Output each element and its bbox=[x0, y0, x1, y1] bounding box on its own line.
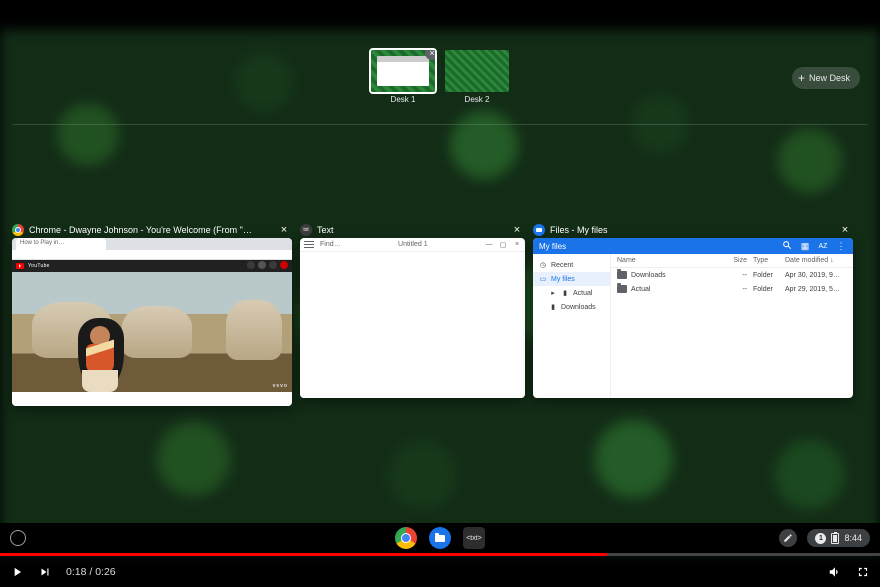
time-display: 0:18 / 0:26 bbox=[66, 566, 116, 578]
divider bbox=[12, 124, 868, 125]
progress-bar[interactable] bbox=[0, 553, 880, 556]
youtube-icon bbox=[16, 263, 24, 269]
sidebar-item-actual: ▸ ▮ Actual bbox=[533, 286, 610, 300]
col-size: Size bbox=[719, 257, 747, 264]
stylus-button[interactable] bbox=[779, 529, 797, 547]
desk-thumb-1[interactable]: × Desk 1 bbox=[371, 50, 435, 104]
volume-button[interactable] bbox=[828, 565, 842, 579]
folder-icon bbox=[617, 285, 627, 293]
search-icon bbox=[781, 240, 793, 252]
address-bar bbox=[12, 250, 292, 260]
col-name: Name bbox=[617, 257, 719, 264]
monitor-icon: ▭ bbox=[539, 275, 547, 283]
battery-icon bbox=[831, 533, 839, 544]
folder-icon bbox=[617, 271, 627, 279]
clock: 8:44 bbox=[844, 533, 862, 543]
desk-thumb-2[interactable]: Desk 2 bbox=[445, 50, 509, 104]
status-tray[interactable]: 1 8:44 bbox=[807, 529, 870, 547]
col-type: Type bbox=[747, 257, 781, 264]
close-icon[interactable]: × bbox=[278, 224, 290, 236]
browser-tab: How to Play in… bbox=[16, 238, 106, 250]
close-icon[interactable]: × bbox=[839, 224, 851, 236]
progress-played bbox=[0, 553, 607, 556]
window-title: Text bbox=[317, 225, 506, 235]
youtube-header: YouTube bbox=[12, 260, 292, 272]
window-title: Files - My files bbox=[550, 225, 834, 235]
files-sidebar: ◷ Recent ▭ My files ▸ ▮ Actual bbox=[533, 254, 611, 398]
files-columns: Name Size Type Date modified ↓ bbox=[611, 254, 853, 268]
more-icon: ⋮ bbox=[835, 241, 847, 252]
close-icon[interactable]: × bbox=[511, 224, 523, 236]
sort-icon: AZ bbox=[817, 243, 829, 250]
sidebar-item-myfiles: ▭ My files bbox=[533, 272, 610, 286]
table-row: Downloads -- Folder Apr 30, 2019, 9… bbox=[611, 268, 853, 282]
overview-window-chrome[interactable]: Chrome - Dwayne Johnson - You're Welcome… bbox=[12, 222, 292, 406]
text-area bbox=[300, 252, 525, 398]
desk-strip: × Desk 1 Desk 2 bbox=[0, 50, 880, 120]
files-app-icon[interactable] bbox=[429, 527, 451, 549]
text-app-icon: txt bbox=[300, 224, 312, 236]
browser-tabstrip: How to Play in… bbox=[12, 238, 292, 250]
folder-icon: ▮ bbox=[561, 289, 569, 297]
new-desk-label: New Desk bbox=[809, 73, 850, 83]
next-button[interactable] bbox=[38, 565, 52, 579]
folder-icon: ▮ bbox=[549, 303, 557, 311]
text-app-icon[interactable]: <txt> bbox=[463, 527, 485, 549]
notification-badge: 1 bbox=[815, 533, 826, 544]
shelf-apps: <txt> bbox=[395, 527, 485, 549]
files-topbar-title: My files bbox=[539, 242, 775, 251]
menu-icon bbox=[304, 241, 314, 249]
fullscreen-button[interactable] bbox=[856, 565, 870, 579]
plus-icon: + bbox=[798, 71, 805, 85]
maximize-icon: ▢ bbox=[499, 241, 507, 249]
files-content: Name Size Type Date modified ↓ Downloads… bbox=[611, 254, 853, 398]
shelf: <txt> 1 8:44 bbox=[0, 523, 880, 553]
video-watermark: vevo bbox=[273, 383, 288, 389]
table-row: Actual -- Folder Apr 29, 2019, 5… bbox=[611, 282, 853, 296]
col-date: Date modified ↓ bbox=[781, 257, 847, 264]
youtube-brand: YouTube bbox=[28, 263, 50, 269]
video-player-controls: 0:18 / 0:26 bbox=[0, 553, 880, 587]
grid-view-icon: ▦ bbox=[799, 241, 811, 252]
overview-window-files[interactable]: Files - My files × My files ▦ AZ ⋮ ◷ bbox=[533, 222, 853, 398]
find-label: Find… bbox=[320, 241, 341, 248]
window-title: Chrome - Dwayne Johnson - You're Welcome… bbox=[29, 225, 273, 235]
files-app-icon bbox=[533, 224, 545, 236]
minimize-icon: — bbox=[485, 241, 493, 248]
chevron-right-icon: ▸ bbox=[549, 289, 557, 297]
launcher-button[interactable] bbox=[10, 530, 26, 546]
chrome-icon bbox=[12, 224, 24, 236]
overview-row: Chrome - Dwayne Johnson - You're Welcome… bbox=[12, 222, 868, 406]
overview-window-text[interactable]: txt Text × Find… Untitled 1 — ▢ × bbox=[300, 222, 525, 398]
files-topbar: My files ▦ AZ ⋮ bbox=[533, 238, 853, 254]
video-thumbnail: vevo bbox=[12, 272, 292, 392]
new-desk-button[interactable]: + New Desk bbox=[792, 67, 860, 89]
desk-label: Desk 2 bbox=[445, 95, 509, 104]
close-icon: × bbox=[513, 241, 521, 248]
desk-label: Desk 1 bbox=[371, 95, 435, 104]
document-title: Untitled 1 bbox=[347, 241, 479, 248]
chrome-app-icon[interactable] bbox=[395, 527, 417, 549]
clock-icon: ◷ bbox=[539, 261, 547, 269]
sidebar-item-recent: ◷ Recent bbox=[533, 258, 610, 272]
sidebar-item-downloads: ▮ Downloads bbox=[533, 300, 610, 314]
play-button[interactable] bbox=[10, 565, 24, 579]
